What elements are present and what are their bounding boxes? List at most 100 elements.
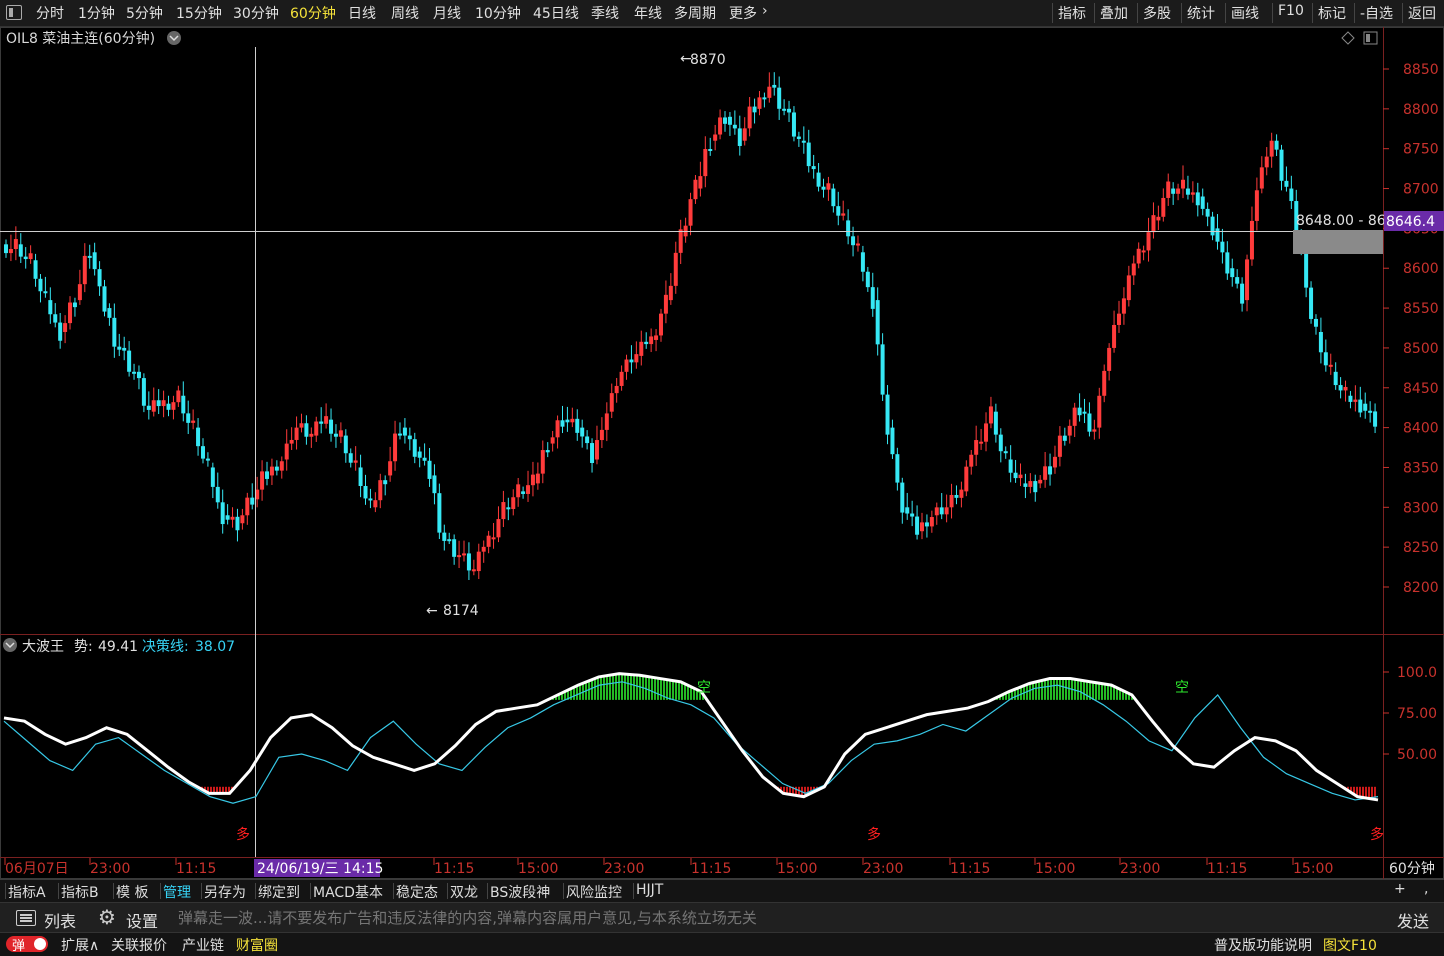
candle-body bbox=[1230, 268, 1235, 278]
candle-body bbox=[1279, 149, 1284, 181]
candle-body bbox=[87, 255, 92, 258]
timeframe-9[interactable]: 10分钟 bbox=[475, 3, 521, 23]
toolbar-item-4[interactable]: 画线 bbox=[1231, 3, 1259, 23]
candle-body bbox=[1097, 395, 1102, 428]
candle-body bbox=[767, 86, 772, 98]
tab-3[interactable]: 管理 bbox=[163, 882, 191, 902]
tab-5[interactable]: 绑定到 bbox=[258, 882, 300, 902]
send-button[interactable]: 发送 bbox=[1397, 908, 1429, 932]
timeframe-10[interactable]: 45日线 bbox=[533, 3, 579, 23]
tab-0[interactable]: 指标A bbox=[8, 882, 46, 902]
candle-body bbox=[442, 532, 447, 541]
chevron-down-icon[interactable] bbox=[3, 638, 17, 652]
toolbar-item-5[interactable]: F10 bbox=[1278, 3, 1304, 19]
tab-1[interactable]: 指标B bbox=[61, 882, 99, 902]
timeframe-0[interactable]: 分时 bbox=[36, 3, 64, 23]
candle-body bbox=[1210, 216, 1215, 236]
toolbar-item-7[interactable]: -自选 bbox=[1360, 3, 1393, 23]
list-button[interactable]: 列表 bbox=[44, 908, 76, 932]
candle-body bbox=[816, 172, 821, 187]
timeframe-4[interactable]: 30分钟 bbox=[233, 3, 279, 23]
candle-body bbox=[693, 179, 698, 200]
candle-body bbox=[703, 149, 708, 177]
top-toolbar: 分时 1分钟 5分钟 15分钟 30分钟 60分钟 日线 周线 月线 10分钟 45日线 季线 年线 多周… bbox=[0, 0, 1444, 27]
candle-body bbox=[1259, 167, 1264, 189]
timeframe-2[interactable]: 5分钟 bbox=[126, 3, 163, 23]
status-item-3[interactable]: 财富圈 bbox=[236, 935, 278, 955]
tab-11[interactable]: HJJT bbox=[636, 882, 663, 898]
tab-2[interactable]: 模 板 bbox=[116, 882, 148, 902]
jueceline-value: 38.07 bbox=[195, 639, 235, 655]
danmaku-input[interactable] bbox=[176, 905, 1380, 931]
candle-body bbox=[590, 443, 595, 463]
status-item-0[interactable]: 扩展∧ bbox=[61, 935, 99, 955]
timeframe-6[interactable]: 日线 bbox=[348, 3, 376, 23]
candle-body bbox=[8, 248, 13, 254]
indicator-name: 大波王 bbox=[22, 639, 64, 655]
toolbar-item-3[interactable]: 统计 bbox=[1187, 3, 1215, 23]
timeframe-7[interactable]: 周线 bbox=[391, 3, 419, 23]
candle-body bbox=[762, 97, 767, 100]
list-icon[interactable] bbox=[16, 910, 36, 926]
candle-body bbox=[1225, 252, 1230, 274]
candle-body bbox=[225, 515, 230, 520]
candle-body bbox=[43, 291, 48, 294]
chevron-right-icon[interactable]: › bbox=[762, 3, 768, 19]
toolbar-item-1[interactable]: 叠加 bbox=[1100, 3, 1128, 23]
candle-body bbox=[333, 433, 338, 437]
candle-body bbox=[747, 106, 752, 129]
timeframe-8[interactable]: 月线 bbox=[433, 3, 461, 23]
timeframe-12[interactable]: 年线 bbox=[634, 3, 662, 23]
timeframe-13[interactable]: 多周期 bbox=[674, 3, 716, 23]
settings-button[interactable]: 设置 bbox=[126, 908, 158, 932]
tab-10[interactable]: 风险监控 bbox=[566, 882, 622, 902]
tab-4[interactable]: 另存为 bbox=[204, 882, 246, 902]
tab-7[interactable]: 稳定态 bbox=[396, 882, 438, 902]
tab-9[interactable]: BS波段神 bbox=[490, 882, 550, 902]
candle-body bbox=[13, 239, 18, 249]
status-item-1[interactable]: 关联报价 bbox=[111, 935, 167, 955]
candle-body bbox=[1348, 395, 1353, 402]
chart-area[interactable]: 8850880087508700865086008550850084508400… bbox=[0, 27, 1444, 879]
candle-body bbox=[870, 287, 875, 309]
candle-body bbox=[1323, 352, 1328, 366]
candle-body bbox=[1220, 241, 1225, 253]
candle-body bbox=[1185, 188, 1190, 195]
timeframe-11[interactable]: 季线 bbox=[591, 3, 619, 23]
gear-icon[interactable]: ⚙ bbox=[98, 905, 116, 929]
candle-body bbox=[1249, 220, 1254, 260]
status-item-2[interactable]: 产业链 bbox=[182, 935, 224, 955]
price-tick-label: 8550 bbox=[1403, 301, 1439, 317]
candle-body bbox=[1156, 216, 1161, 221]
candle-body bbox=[1269, 140, 1274, 157]
add-button[interactable]: + bbox=[1394, 881, 1406, 897]
chevron-down-icon[interactable] bbox=[167, 31, 181, 45]
candle-body bbox=[599, 429, 604, 441]
danmaku-toggle[interactable]: 弹 bbox=[6, 936, 48, 954]
toolbar-item-6[interactable]: 标记 bbox=[1318, 3, 1346, 23]
timeframe-1[interactable]: 1分钟 bbox=[78, 3, 115, 23]
toolbar-item-8[interactable]: 返回 bbox=[1408, 3, 1436, 23]
f10-link[interactable]: 图文F10 bbox=[1323, 935, 1377, 955]
candle-body bbox=[1072, 407, 1077, 426]
timeframe-5[interactable]: 60分钟 bbox=[290, 3, 336, 23]
timeframe-14[interactable]: 更多 bbox=[729, 3, 757, 23]
candle-body bbox=[329, 419, 334, 434]
candle-body bbox=[132, 371, 137, 374]
candle-body bbox=[82, 255, 87, 285]
candle-body bbox=[486, 535, 491, 547]
candle-body bbox=[801, 140, 806, 143]
help-link[interactable]: 普及版功能说明 bbox=[1214, 935, 1312, 955]
tab-6[interactable]: MACD基本 bbox=[313, 882, 383, 902]
timeframe-3[interactable]: 15分钟 bbox=[176, 3, 222, 23]
candle-body bbox=[929, 517, 934, 527]
candle-body bbox=[1235, 277, 1240, 284]
candle-body bbox=[821, 186, 826, 190]
candle-body bbox=[777, 87, 782, 109]
candle-body bbox=[92, 252, 97, 270]
window-icon[interactable] bbox=[6, 5, 22, 20]
comma-button[interactable]: , bbox=[1424, 881, 1428, 897]
toolbar-item-0[interactable]: 指标 bbox=[1058, 3, 1086, 23]
tab-8[interactable]: 双龙 bbox=[450, 882, 478, 902]
toolbar-item-2[interactable]: 多股 bbox=[1143, 3, 1171, 23]
